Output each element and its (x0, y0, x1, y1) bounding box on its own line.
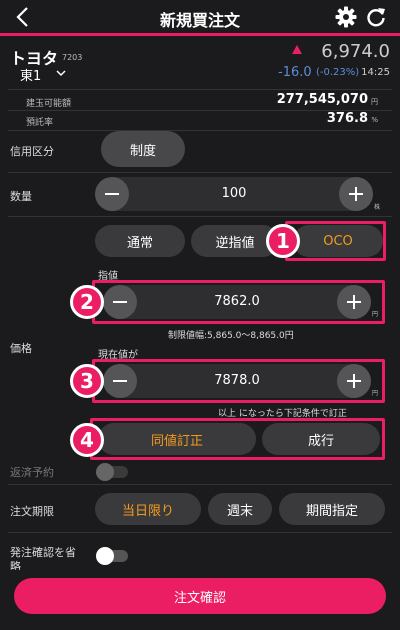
price-range-note: 制限値幅:5,865.0〜8,865.0円 (168, 331, 294, 341)
quantity-minus-button[interactable] (95, 177, 129, 211)
settings-button[interactable] (334, 5, 358, 29)
market-selector[interactable]: 東1 (20, 65, 41, 84)
divider (8, 89, 392, 90)
margin-rate-label: 預託率 (26, 118, 54, 128)
quantity-plus-button[interactable] (339, 177, 373, 211)
repay-reservation-label: 返済予約 (10, 466, 54, 479)
current-price: 6,974.0 (321, 41, 390, 62)
divider (8, 172, 392, 173)
margin-rate-row: 預託率 376.8 % (0, 110, 400, 130)
stock-code: 7203 (62, 53, 83, 62)
stock-summary: トヨタ 7203 東1 6,974.0 -16.0 (-0.23%) 14:25 (0, 39, 400, 84)
buying-power-unit: 円 (371, 98, 378, 106)
gear-icon (335, 6, 357, 28)
price-change-pct: (-0.23%) (316, 67, 360, 78)
price-up-icon (292, 45, 302, 54)
buying-power-label: 建玉可能額 (26, 99, 72, 109)
step-badge-3: 3 (70, 364, 104, 398)
refresh-icon (367, 8, 385, 27)
credit-type-label: 信用区分 (10, 145, 54, 158)
period-custom-button[interactable]: 期間指定 (279, 493, 385, 525)
highlight-box-1 (285, 221, 386, 261)
toggle-knob (96, 547, 114, 565)
toggle-knob (96, 463, 114, 481)
divider (8, 532, 392, 533)
quantity-value[interactable]: 100 (95, 186, 373, 201)
margin-rate-unit: % (371, 116, 378, 124)
highlight-box-3 (92, 359, 385, 403)
buying-power-value: 277,545,070 (276, 92, 368, 107)
chevron-down-icon[interactable] (56, 69, 66, 77)
margin-rate-value: 376.8 (326, 111, 368, 126)
order-confirm-button[interactable]: 注文確認 (14, 578, 386, 614)
quantity-label: 数量 (10, 190, 32, 203)
skip-confirm-toggle[interactable] (96, 547, 128, 565)
step-badge-4: 4 (70, 423, 104, 457)
repay-reservation-toggle[interactable] (96, 463, 128, 481)
highlight-box-4 (90, 418, 385, 460)
step-badge-2: 2 (70, 285, 104, 319)
price-change: -16.0 (278, 65, 312, 80)
quantity-unit: 株 (374, 204, 381, 211)
divider (8, 130, 392, 131)
divider (8, 484, 392, 485)
minus-icon (105, 193, 119, 195)
price-label: 価格 (10, 342, 32, 355)
tab-normal[interactable]: 通常 (95, 225, 185, 257)
buying-power-row: 建玉可能額 277,545,070 円 (0, 91, 400, 111)
highlight-box-2 (92, 280, 385, 324)
period-today-button[interactable]: 当日限り (95, 493, 201, 525)
quantity-stepper: 100 (95, 177, 373, 211)
refresh-button[interactable] (364, 5, 388, 29)
plus-icon (349, 187, 363, 201)
price-time: 14:25 (361, 67, 390, 78)
divider (8, 216, 392, 217)
period-weekend-button[interactable]: 週末 (208, 493, 272, 525)
header-bar: 新規買注文 (0, 0, 400, 36)
order-period-label: 注文期限 (10, 505, 54, 518)
step-badge-1: 1 (266, 224, 300, 258)
credit-type-button[interactable]: 制度 (101, 131, 185, 167)
